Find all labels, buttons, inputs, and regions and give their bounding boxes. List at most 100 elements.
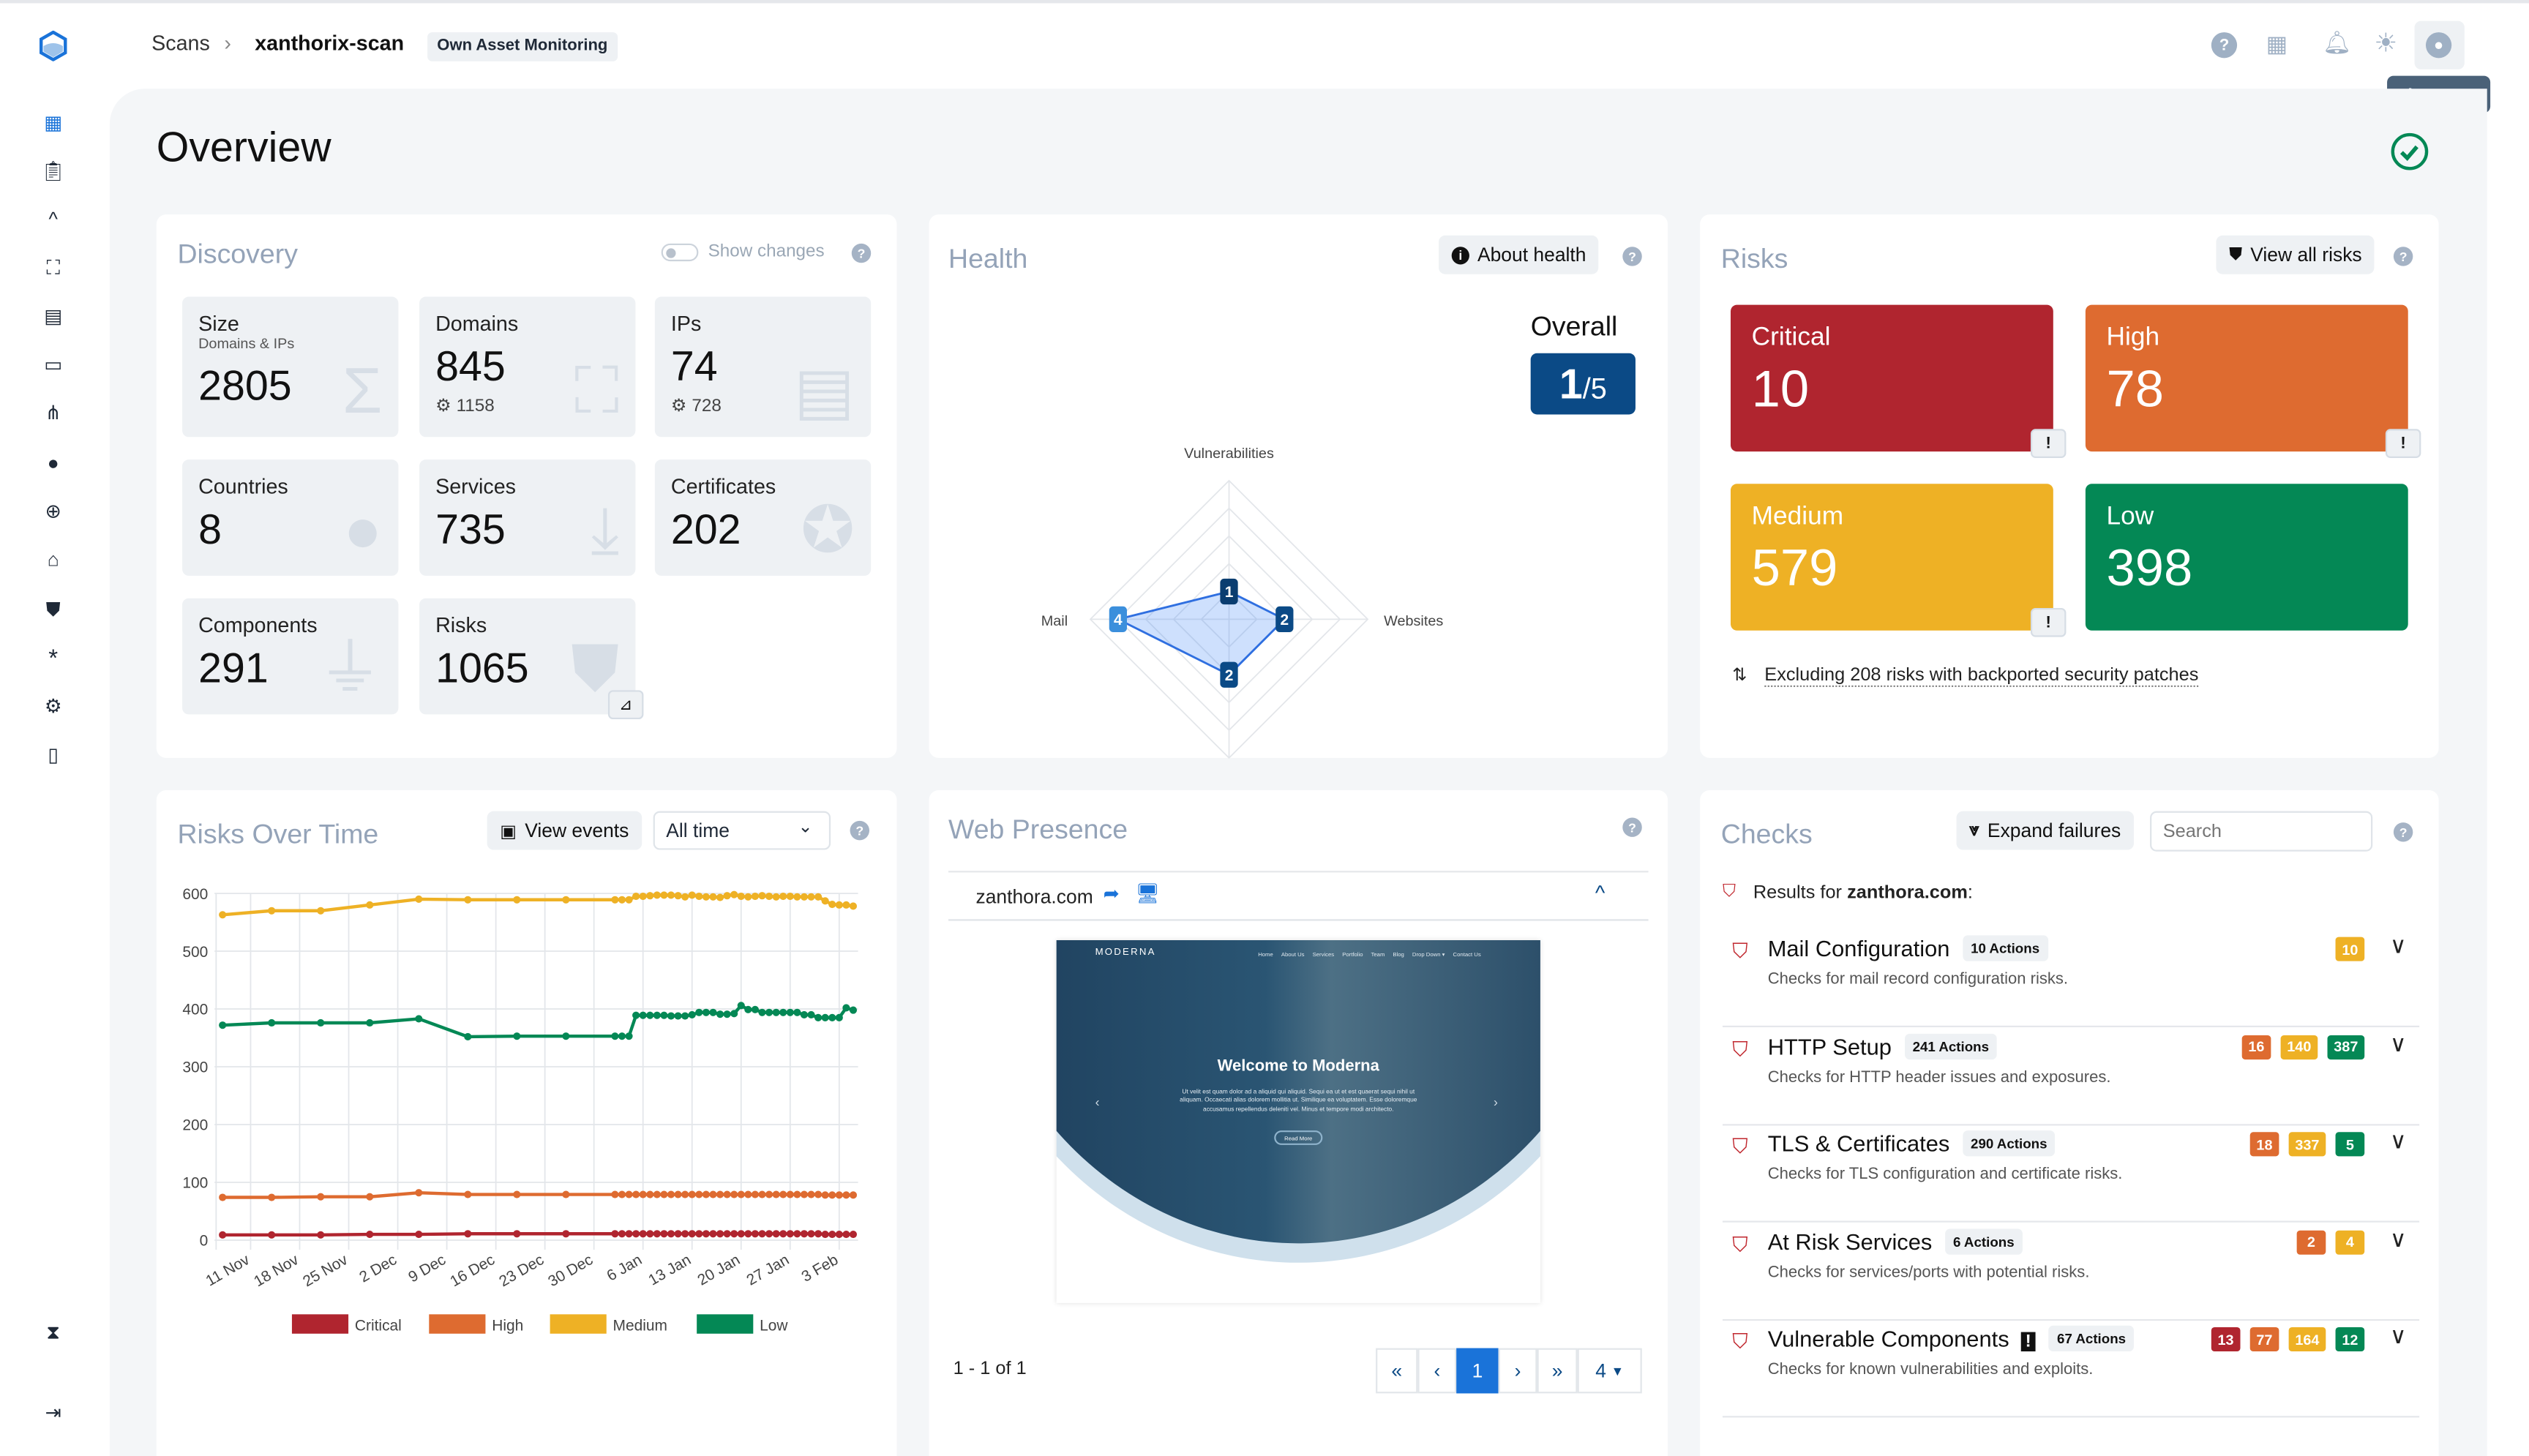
data-point-critical[interactable] (688, 1230, 696, 1238)
data-point-medium[interactable] (807, 893, 815, 901)
show-changes-label[interactable]: Show changes (708, 242, 825, 261)
data-point-low[interactable] (660, 1011, 668, 1019)
data-point-medium[interactable] (464, 896, 472, 904)
discovery-tile-ips[interactable]: ▤ IPs 74 ⚙ 728 (654, 296, 872, 438)
data-point-critical[interactable] (751, 1230, 759, 1238)
data-point-low[interactable] (835, 1013, 843, 1021)
data-point-low[interactable] (751, 1005, 759, 1013)
check-item[interactable]: ⛉ HTTP Setup 241 Actions Checks for HTTP he… (1722, 1027, 2420, 1125)
data-point-low[interactable] (716, 1010, 724, 1018)
data-point-medium[interactable] (660, 891, 668, 899)
data-point-high[interactable] (562, 1190, 570, 1198)
data-point-medium[interactable] (709, 893, 717, 901)
data-point-medium[interactable] (688, 891, 696, 899)
data-point-high[interactable] (842, 1191, 850, 1199)
data-point-medium[interactable] (653, 891, 661, 899)
legend-swatch-medium[interactable] (550, 1314, 607, 1334)
data-point-high[interactable] (464, 1190, 472, 1198)
data-point-critical[interactable] (772, 1230, 780, 1238)
data-point-critical[interactable] (723, 1230, 731, 1238)
data-point-critical[interactable] (709, 1230, 717, 1238)
website-screenshot[interactable]: MODERNA Home About Us Services Portfolio Tea… (1056, 939, 1540, 1303)
data-point-high[interactable] (786, 1190, 794, 1198)
data-point-critical[interactable] (765, 1230, 773, 1238)
chevron-down-icon[interactable]: ∨ (2390, 932, 2407, 959)
data-point-low[interactable] (639, 1011, 647, 1019)
data-point-medium[interactable] (646, 892, 654, 900)
data-point-high[interactable] (513, 1190, 521, 1198)
data-point-critical[interactable] (821, 1230, 829, 1239)
data-point-low[interactable] (709, 1008, 717, 1016)
legend-label[interactable]: Low (760, 1317, 788, 1334)
data-point-critical[interactable] (639, 1230, 647, 1238)
data-point-high[interactable] (800, 1190, 809, 1198)
data-point-critical[interactable] (618, 1230, 626, 1238)
data-point-high[interactable] (765, 1190, 773, 1198)
data-point-medium[interactable] (695, 892, 703, 901)
data-point-medium[interactable] (751, 892, 759, 901)
data-point-critical[interactable] (744, 1230, 752, 1238)
data-point-medium[interactable] (793, 893, 801, 901)
data-point-low[interactable] (702, 1008, 710, 1016)
dashboard-grid-icon[interactable]: ▦ (40, 110, 66, 135)
data-point-high[interactable] (219, 1193, 227, 1201)
data-point-low[interactable] (765, 1008, 773, 1016)
monitor-icon[interactable]: ▭ (40, 351, 66, 377)
domain-name[interactable]: zanthora.com (975, 885, 1093, 908)
data-point-critical[interactable] (758, 1230, 766, 1238)
next-page-button[interactable]: › (1498, 1348, 1537, 1394)
data-point-medium[interactable] (618, 896, 626, 904)
data-point-high[interactable] (779, 1190, 787, 1198)
data-point-medium[interactable] (737, 892, 745, 901)
data-point-medium[interactable] (821, 897, 829, 905)
discovery-tile-risks[interactable]: ⛊ Risks 1065 ⊿ (419, 598, 644, 720)
data-point-high[interactable] (807, 1190, 815, 1198)
data-point-high[interactable] (828, 1191, 836, 1199)
data-point-high[interactable] (667, 1190, 675, 1198)
data-point-medium[interactable] (814, 893, 823, 901)
data-point-medium[interactable] (639, 892, 647, 901)
data-point-critical[interactable] (625, 1230, 633, 1238)
account-button[interactable]: ● (2414, 20, 2465, 70)
data-point-critical[interactable] (786, 1230, 794, 1238)
data-point-low[interactable] (793, 1008, 801, 1016)
data-point-low[interactable] (268, 1018, 276, 1027)
data-point-critical[interactable] (779, 1230, 787, 1238)
data-point-critical[interactable] (317, 1231, 325, 1239)
discovery-tile-certificates[interactable]: ✪ Certificates 202 (654, 459, 872, 576)
data-point-low[interactable] (807, 1010, 815, 1018)
data-point-low[interactable] (800, 1010, 809, 1018)
legend-label[interactable]: High (492, 1317, 523, 1334)
discovery-tile-countries[interactable]: ● Countries 8 (182, 459, 399, 576)
data-point-medium[interactable] (828, 901, 836, 909)
data-point-critical[interactable] (646, 1230, 654, 1238)
data-point-high[interactable] (744, 1190, 752, 1198)
data-point-critical[interactable] (653, 1230, 661, 1238)
data-point-medium[interactable] (611, 896, 619, 904)
prev-page-button[interactable]: ‹ (1417, 1348, 1457, 1394)
legend-label[interactable]: Medium (613, 1317, 667, 1334)
data-point-critical[interactable] (268, 1231, 276, 1239)
data-point-critical[interactable] (828, 1230, 836, 1239)
data-point-low[interactable] (842, 1004, 850, 1012)
data-point-critical[interactable] (219, 1231, 227, 1239)
help-icon[interactable]: ? (850, 820, 870, 841)
risk-tile-high[interactable]: High 78! (2085, 304, 2421, 458)
data-point-medium[interactable] (723, 892, 731, 900)
data-point-high[interactable] (723, 1190, 731, 1198)
data-point-high[interactable] (688, 1190, 696, 1198)
data-point-critical[interactable] (737, 1230, 745, 1238)
data-point-high[interactable] (653, 1190, 661, 1198)
data-point-critical[interactable] (611, 1230, 619, 1238)
data-point-critical[interactable] (513, 1230, 521, 1238)
data-point-low[interactable] (730, 1010, 738, 1018)
data-point-low[interactable] (688, 1010, 696, 1018)
data-point-medium[interactable] (849, 902, 858, 910)
show-changes-toggle[interactable] (661, 243, 699, 262)
id-card-icon[interactable]: ▤ (40, 303, 66, 329)
data-point-high[interactable] (366, 1193, 374, 1201)
page-1-button[interactable]: 1 (1456, 1348, 1499, 1394)
about-health-button[interactable]: i About health (1439, 235, 1600, 274)
data-point-low[interactable] (219, 1021, 227, 1029)
data-point-critical[interactable] (849, 1230, 858, 1239)
